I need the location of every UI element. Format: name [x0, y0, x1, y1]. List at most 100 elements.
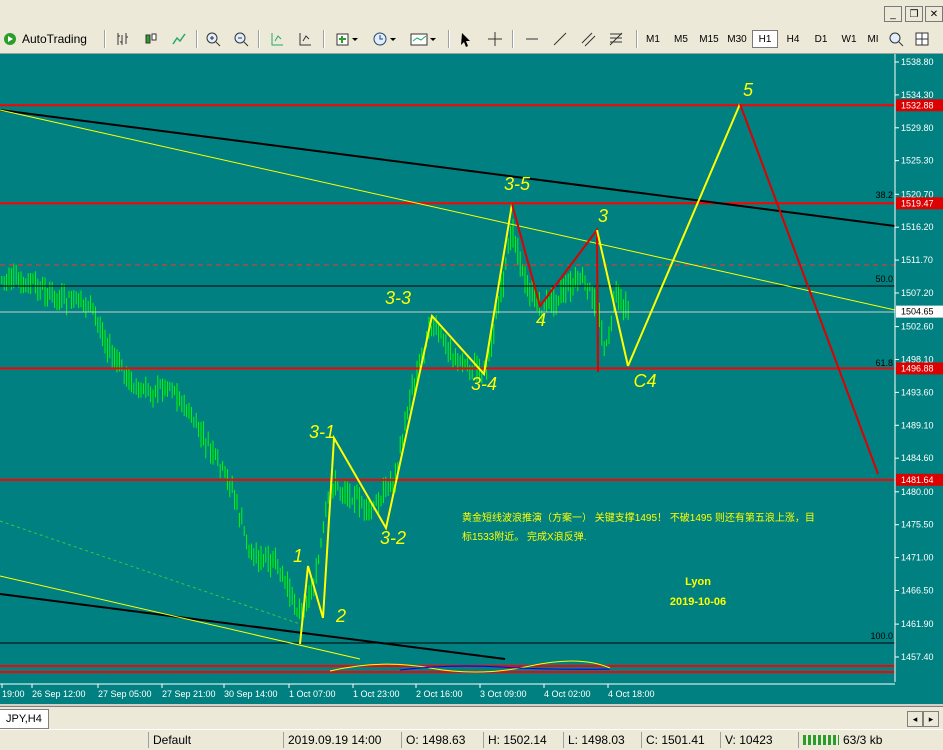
price-chart[interactable]: 38.2 50.0 61.8 100.0 5 3-5 3 3-3 4 3-4 C4 3-1 3-2 1 2… [0, 54, 943, 704]
crosshair-icon[interactable] [485, 28, 505, 50]
time-tick-label: 27 Sep 21:00 [162, 689, 216, 699]
autotrading-icon [2, 31, 18, 47]
tab-scroll-right[interactable]: ▸ [923, 711, 939, 727]
tf-mn[interactable]: MI [860, 30, 886, 48]
tf-h1[interactable]: H1 [752, 30, 778, 48]
template-icon[interactable] [408, 28, 440, 50]
tab-scroll-button[interactable]: ◂ [907, 711, 923, 727]
price-label: 1532.88 [901, 100, 934, 110]
time-tick-label: 26 Sep 12:00 [32, 689, 86, 699]
hline-icon[interactable] [522, 28, 542, 50]
autotrading-button[interactable]: AutoTrading [0, 28, 87, 50]
line-chart-icon[interactable] [169, 28, 189, 50]
grid-icon[interactable] [912, 28, 932, 50]
price-tick-label: 1461.90 [901, 619, 934, 629]
close-button[interactable]: ✕ [925, 6, 943, 22]
connection-bars-icon [803, 735, 839, 745]
minimize-button[interactable]: _ [884, 6, 902, 22]
price-tick-label: 1507.20 [901, 288, 934, 298]
dotted-green-line [0, 520, 301, 625]
annotation-author: Lyon [685, 576, 711, 588]
fib-label: 50.0 [875, 274, 893, 284]
wave-label: 4 [536, 310, 546, 330]
zoom-out-icon[interactable] [231, 28, 251, 50]
price-label: 1504.65 [901, 307, 934, 317]
price-tick-label: 1480.00 [901, 487, 934, 497]
trendline-icon[interactable] [550, 28, 570, 50]
tf-d1[interactable]: D1 [808, 30, 834, 48]
tf-m5[interactable]: M5 [668, 30, 694, 48]
price-label: 1496.88 [901, 363, 934, 373]
price-tick-label: 1511.70 [901, 255, 933, 265]
candles [1, 218, 629, 622]
tf-h4[interactable]: H4 [780, 30, 806, 48]
tf-m30[interactable]: M30 [724, 30, 750, 48]
time-tick-label: 4 Oct 02:00 [544, 689, 591, 699]
correction-projection-line [739, 103, 879, 475]
price-tick-label: 1538.80 [901, 57, 934, 67]
fibo-icon[interactable] [606, 28, 626, 50]
indicator-add-icon[interactable] [333, 28, 361, 50]
price-label: 1481.64 [901, 475, 934, 485]
fib-label: 61.8 [875, 358, 893, 368]
price-tick-label: 1525.30 [901, 156, 934, 166]
wave-label: 3-1 [309, 422, 335, 442]
price-tick-label: 1516.20 [901, 222, 934, 232]
price-tick-label: 1457.40 [901, 652, 934, 662]
status-time: 2019.09.19 14:00 [283, 732, 401, 748]
status-low: L: 1498.03 [563, 732, 641, 748]
annotation-line-2: 标1533附近。 完成X浪反弹. [462, 530, 586, 543]
wave-label: 3-3 [385, 288, 411, 308]
zoom-chart-icon[interactable] [886, 28, 906, 50]
price-tick-label: 1493.60 [901, 387, 934, 397]
time-tick-label: 1 Oct 07:00 [289, 689, 336, 699]
fib-label: 38.2 [875, 190, 893, 200]
price-tick-label: 1471.00 [901, 553, 934, 563]
equidistant-icon[interactable] [578, 28, 598, 50]
chart-canvas: 38.2 50.0 61.8 100.0 5 3-5 3 3-3 4 3-4 C4 3-1 3-2 1 2… [0, 54, 943, 704]
time-tick-label: 30 Sep 14:00 [224, 689, 278, 699]
price-tick-label: 1529.80 [901, 123, 934, 133]
price-axis [895, 54, 943, 704]
time-tick-label: 19:00 [2, 689, 25, 699]
cursor-icon[interactable] [456, 28, 476, 50]
tf-w1[interactable]: W1 [836, 30, 862, 48]
time-tick-label: 27 Sep 05:00 [98, 689, 152, 699]
tf-m15[interactable]: M15 [696, 30, 722, 48]
zoom-in-icon[interactable] [203, 28, 223, 50]
channel-lower-line [0, 593, 506, 660]
wave-label: 5 [743, 80, 754, 100]
time-tick-label: 1 Oct 23:00 [353, 689, 400, 699]
restore-button[interactable]: ❐ [905, 6, 923, 22]
wave-3-line [322, 203, 513, 619]
price-tick-label: 1466.50 [901, 585, 934, 595]
clock-icon[interactable] [370, 28, 400, 50]
annotation-line-1: 黄金短线波浪推演（方案一） 关键支撑1495！ 不破1495 则还有第五浪上涨，… [462, 511, 815, 524]
price-tick-label: 1534.30 [901, 90, 934, 100]
scroll-icon[interactable] [295, 28, 315, 50]
bar-chart-icon[interactable] [113, 28, 133, 50]
price-tick-label: 1502.60 [901, 322, 934, 332]
status-open: O: 1498.63 [401, 732, 483, 748]
tf-m1[interactable]: M1 [640, 30, 666, 48]
time-tick-label: 2 Oct 16:00 [416, 689, 463, 699]
tile-icon[interactable] [267, 28, 287, 50]
price-label: 1519.47 [901, 198, 934, 208]
candlestick-icon[interactable] [141, 28, 161, 50]
chart-tab[interactable]: JPY,H4 [0, 709, 49, 729]
status-close: C: 1501.41 [641, 732, 720, 748]
time-tick-label: 4 Oct 18:00 [608, 689, 655, 699]
price-tick-label: 1489.10 [901, 420, 934, 430]
wave-label: 3-2 [380, 528, 406, 548]
annotation-date: 2019-10-06 [670, 596, 726, 608]
status-connection: 63/3 kb [798, 732, 943, 748]
wave-label: 3 [598, 206, 608, 226]
status-profile: Default [148, 732, 283, 748]
fib-label: 100.0 [870, 631, 893, 641]
wave-label: C4 [633, 371, 656, 391]
wave-5-projection-line [627, 103, 741, 367]
wave-label: 3-4 [471, 374, 497, 394]
wave-label: 1 [293, 546, 303, 566]
autotrading-label: AutoTrading [22, 32, 87, 46]
time-tick-label: 3 Oct 09:00 [480, 689, 527, 699]
